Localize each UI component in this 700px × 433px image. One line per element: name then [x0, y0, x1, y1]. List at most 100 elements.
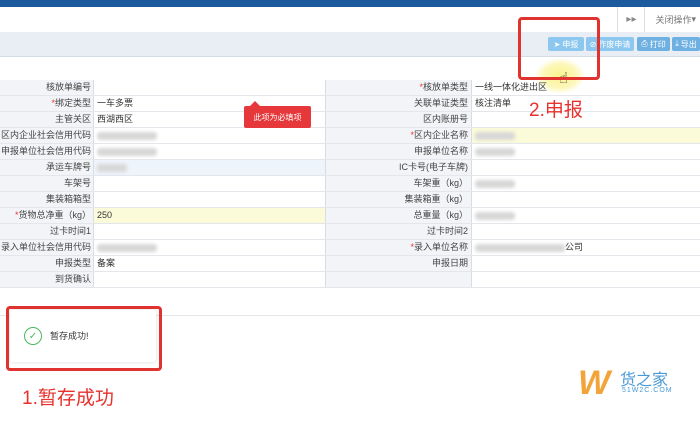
tab-strip-controls: ▸▸ 关闭操作 ▾ — [617, 7, 700, 32]
field-label: 过卡时间2 — [325, 224, 471, 239]
field-input[interactable] — [471, 192, 700, 207]
field-input[interactable] — [93, 80, 325, 95]
top-brand-bar — [0, 0, 700, 7]
field-input[interactable]: 250 — [93, 208, 325, 223]
field-label-text: 录入单位名称 — [413, 242, 468, 252]
field-input[interactable] — [93, 272, 325, 287]
redacted-value — [475, 131, 515, 140]
field-input[interactable]: 备案 — [93, 256, 325, 271]
form-row: 申报类型 备案 申报日期 — [0, 256, 700, 272]
field-label-text: 车架号 — [63, 178, 91, 188]
field-label: 申报日期 — [325, 256, 471, 271]
field-label: *货物总净重（kg） — [0, 208, 93, 223]
field-label-text: 主管关区 — [54, 114, 91, 124]
field-label: *绑定类型 — [0, 96, 93, 111]
field-label: 关联单证类型 — [325, 96, 471, 111]
field-label-text: 区内企业社会信用代码 — [0, 130, 91, 140]
form-row: 录入单位社会信用代码 *录入单位名称 公司 — [0, 240, 700, 256]
field-label-text: 申报类型 — [54, 258, 91, 268]
field-label: 到货确认 — [0, 272, 93, 287]
field-label-text: 集装箱重（kg） — [404, 194, 468, 204]
field-label-text: 核放单编号 — [45, 82, 91, 92]
form-row: 承运车牌号 IC卡号(电子车牌) — [0, 160, 700, 176]
export-label: 导出 — [680, 39, 697, 49]
redacted-value — [475, 211, 515, 220]
close-operations-label: 关闭操作 — [655, 15, 692, 25]
redacted-value — [97, 243, 157, 252]
field-label: 申报单位社会信用代码 — [0, 144, 93, 159]
declare-highlight-box — [518, 17, 600, 80]
field-input-text: 西湖西区 — [97, 114, 134, 124]
field-label-text: 过卡时间1 — [49, 226, 91, 236]
field-label-text: 申报日期 — [431, 258, 468, 268]
field-input[interactable] — [471, 224, 700, 239]
field-label: IC卡号(电子车牌) — [325, 160, 471, 175]
field-label-text: 申报单位社会信用代码 — [0, 146, 91, 156]
field-input[interactable] — [93, 160, 325, 175]
field-input-text: 公司 — [565, 242, 584, 252]
form-row: *货物总净重（kg） 250 总重量（kg） — [0, 208, 700, 224]
field-input[interactable] — [93, 176, 325, 191]
field-label-text: 绑定类型 — [54, 98, 91, 108]
field-input-text: 250 — [97, 210, 113, 220]
required-field-tooltip: 此项为必填项 — [244, 101, 311, 128]
field-label-text: 区内企业名称 — [413, 130, 468, 140]
field-label: *录入单位名称 — [325, 240, 471, 255]
field-label: 承运车牌号 — [0, 160, 93, 175]
toast-highlight-box — [6, 306, 162, 371]
field-input-text: 核注清单 — [475, 98, 512, 108]
field-input[interactable] — [93, 192, 325, 207]
field-label: 总重量（kg） — [325, 208, 471, 223]
field-input[interactable] — [471, 176, 700, 191]
field-label-text: 承运车牌号 — [45, 162, 91, 172]
field-input[interactable] — [93, 224, 325, 239]
print-label: 打印 — [649, 39, 666, 49]
field-input[interactable] — [471, 112, 700, 127]
field-input-text: 一线一体化进出区 — [475, 82, 548, 92]
form-row: 区内企业社会信用代码 *区内企业名称 — [0, 128, 700, 144]
field-label: 主管关区 — [0, 112, 93, 127]
field-input[interactable] — [93, 128, 325, 143]
field-label-text: 车架重（kg） — [413, 178, 468, 188]
field-input-text: 一车多票 — [97, 98, 134, 108]
field-label: 申报单位名称 — [325, 144, 471, 159]
field-label — [325, 272, 471, 287]
field-label-text: 核放单类型 — [422, 82, 468, 92]
field-input[interactable] — [471, 208, 700, 223]
form-row: 过卡时间1 过卡时间2 — [0, 224, 700, 240]
field-input[interactable]: 核注清单 — [471, 96, 700, 111]
close-operations-menu[interactable]: 关闭操作 ▾ — [644, 7, 700, 32]
field-input[interactable] — [93, 240, 325, 255]
annotation-step-2: 2.申报 — [529, 100, 583, 121]
field-input[interactable] — [471, 272, 700, 287]
field-label: 区内账册号 — [325, 112, 471, 127]
annotation-step-1: 1.暂存成功 — [22, 388, 114, 409]
field-label-text: 录入单位社会信用代码 — [0, 242, 91, 252]
field-label-text: 区内账册号 — [422, 114, 468, 124]
print-button[interactable]: ⎙ 打印 — [637, 37, 670, 51]
field-label: 录入单位社会信用代码 — [0, 240, 93, 255]
form-row: 到货确认 — [0, 272, 700, 288]
field-label: *核放单类型 — [325, 80, 471, 95]
form-row: 申报单位社会信用代码 申报单位名称 — [0, 144, 700, 160]
scroll-tabs-forward-button[interactable]: ▸▸ — [617, 7, 644, 32]
field-input[interactable]: 公司 — [471, 240, 700, 255]
watermark-letter: W — [578, 364, 611, 402]
chevron-down-icon: ▾ — [691, 14, 696, 24]
field-input[interactable]: 一线一体化进出区 — [471, 80, 700, 95]
field-input[interactable] — [471, 144, 700, 159]
field-label: *区内企业名称 — [325, 128, 471, 143]
field-input[interactable] — [471, 160, 700, 175]
field-input[interactable] — [471, 256, 700, 271]
field-input[interactable] — [471, 128, 700, 143]
field-input-text: 备案 — [97, 258, 116, 268]
field-label-text: 总重量（kg） — [413, 210, 468, 220]
field-input[interactable] — [93, 144, 325, 159]
watermark-url: 51W2C.COM — [622, 387, 673, 394]
form-row: 集装箱箱型 集装箱重（kg） — [0, 192, 700, 208]
field-label: 过卡时间1 — [0, 224, 93, 239]
redacted-value — [475, 147, 515, 156]
print-icon: ⎙ — [641, 39, 648, 48]
cancel-request-label: 作废申请 — [598, 39, 631, 49]
export-button[interactable]: ⤓ 导出 — [672, 37, 700, 51]
